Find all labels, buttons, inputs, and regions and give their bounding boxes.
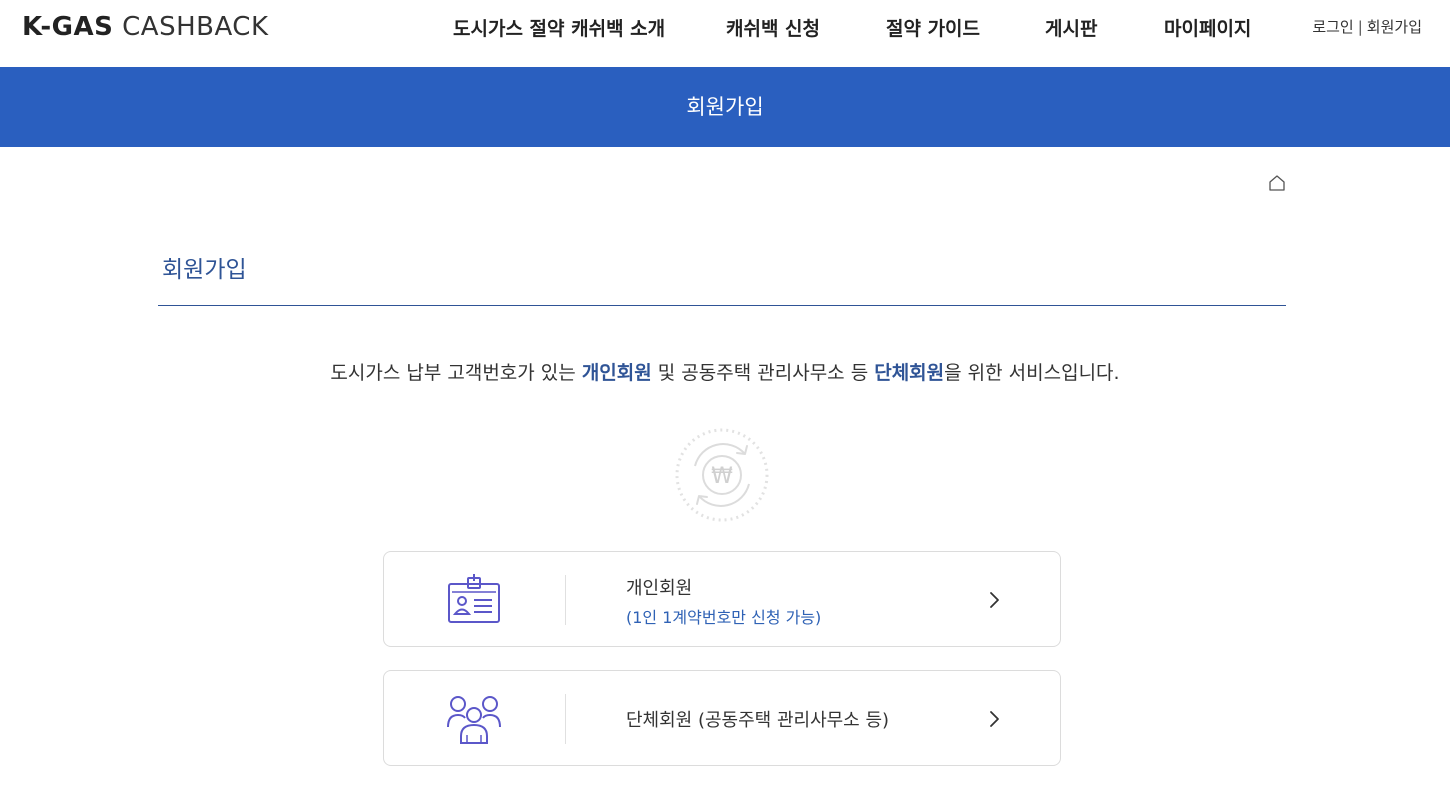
individual-member-card[interactable]: 개인회원 (1인 1계약번호만 신청 가능): [383, 551, 1061, 647]
nav-item-board[interactable]: 게시판: [1045, 14, 1097, 41]
group-member-label: 단체회원 (공동주택 관리사무소 등): [626, 710, 890, 731]
desc-text-1: 도시가스 납부 고객번호가 있는: [330, 362, 582, 384]
auth-links: 로그인 | 회원가입: [1312, 16, 1422, 37]
main-nav: 도시가스 절약 캐쉬백 소개 캐쉬백 신청 절약 가이드 게시판 마이페이지: [0, 0, 1450, 67]
nav-item-intro[interactable]: 도시가스 절약 캐쉬백 소개: [453, 14, 665, 41]
service-description: 도시가스 납부 고객번호가 있는 개인회원 및 공동주택 관리사무소 등 단체회…: [0, 358, 1450, 385]
won-cycle-icon: ₩: [675, 428, 769, 522]
page-banner: 회원가입: [0, 67, 1450, 147]
page-title: 회원가입: [162, 257, 247, 283]
desc-text-2: 및 공동주택 관리사무소 등: [651, 362, 875, 384]
desc-text-3: 을 위한 서비스입니다.: [944, 362, 1120, 384]
nav-item-mypage[interactable]: 마이페이지: [1164, 14, 1251, 41]
card-divider: [565, 575, 566, 625]
card-divider: [565, 694, 566, 744]
desc-highlight-group: 단체회원: [874, 362, 945, 384]
login-link[interactable]: 로그인: [1312, 18, 1353, 36]
chevron-right-icon: [990, 711, 999, 727]
auth-separator: |: [1357, 18, 1363, 36]
site-header: K-GAS CASHBACK 도시가스 절약 캐쉬백 소개 캐쉬백 신청 절약 …: [0, 0, 1450, 67]
nav-item-apply[interactable]: 캐쉬백 신청: [726, 14, 820, 41]
banner-title: 회원가입: [686, 95, 764, 119]
id-card-icon: [448, 574, 500, 623]
group-icon: [447, 696, 501, 744]
group-member-card[interactable]: 단체회원 (공동주택 관리사무소 등): [383, 670, 1061, 766]
individual-member-label: 개인회원: [626, 578, 693, 599]
home-icon[interactable]: [1268, 174, 1286, 192]
signup-link[interactable]: 회원가입: [1367, 18, 1422, 36]
nav-item-guide[interactable]: 절약 가이드: [886, 14, 980, 41]
individual-member-note: (1인 1계약번호만 신청 가능): [626, 608, 822, 627]
title-divider: [158, 305, 1286, 306]
desc-highlight-individual: 개인회원: [581, 362, 652, 384]
won-symbol: ₩: [711, 464, 733, 489]
chevron-right-icon: [990, 592, 999, 608]
